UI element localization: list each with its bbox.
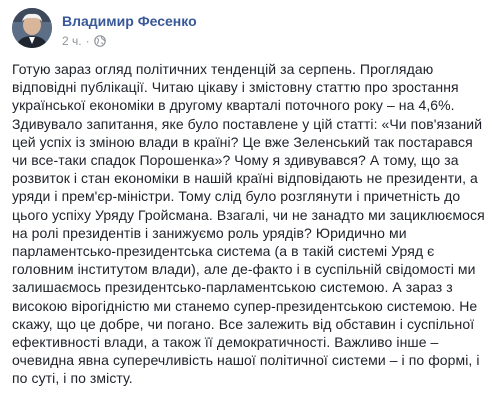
author-name[interactable]: Владимир Фесенко: [62, 13, 197, 29]
post-timestamp[interactable]: 2 ч.: [62, 34, 82, 48]
post-meta: 2 ч. ·: [62, 34, 106, 48]
post-header: Владимир Фесенко 2 ч. ·: [12, 8, 488, 52]
avatar[interactable]: [12, 8, 52, 48]
avatar-image: [12, 8, 52, 48]
globe-icon[interactable]: [93, 35, 106, 47]
facebook-post: Владимир Фесенко 2 ч. · Готую зараз огля…: [0, 0, 500, 418]
meta-separator: ·: [85, 34, 90, 48]
post-body-text: Готую зараз огляд політичних тенденцій з…: [12, 61, 485, 387]
